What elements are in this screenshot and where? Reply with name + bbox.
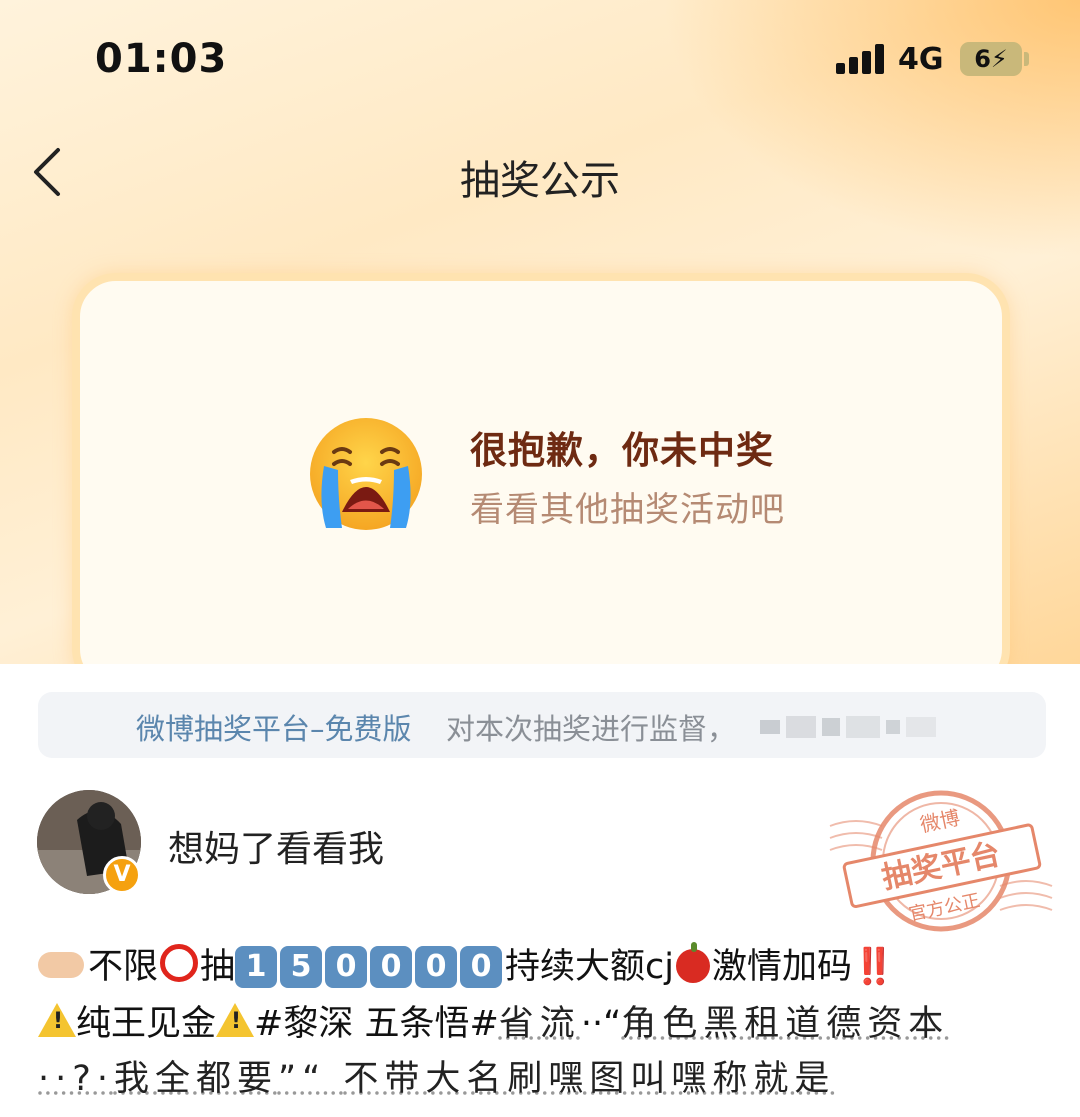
post-text-line-3: ··?·我全都要”“ 不带大名刷嘿图叫嘿称就是 [38,1050,835,1101]
digit-box: 1 [235,946,278,988]
obscured-text: 角色黑租道德资本 [621,1004,950,1044]
obscured-text: 我全都要 [113,1059,278,1099]
post-text-line-2: 纯王见金#黎深 五条悟#省流··“角色黑租道德资本 [38,995,949,1046]
battery-level: 6⚡ [974,45,1008,73]
notice-text: 对本次抽奖进行监督， [446,712,737,746]
page-title: 抽奖公示 [460,158,620,204]
digit-box: 5 [280,946,323,988]
redacted-text [760,716,936,738]
post-text-line-1: 不限抽 1 5 0 0 0 0 持续大额cj 激情加码‼️ [38,938,896,989]
status-time: 01:03 [95,36,228,82]
lottery-platform-stamp: 微博 抽奖平台 官方公正 [829,790,1053,932]
obscured-text: 不带大名刷嘿图叫嘿称就是 [343,1059,836,1099]
obscured-text: ”“ [277,1059,344,1099]
crying-face-icon [310,418,422,530]
status-bar: 01:03 4G 6⚡ [0,0,1080,120]
digit-box: 0 [325,946,368,988]
result-title: 很抱歉，你未中奖 [470,429,774,472]
digit-box: 0 [415,946,458,988]
digit-box: 0 [460,946,503,988]
double-exclamation-icon: ‼️ [852,947,896,987]
stamp-top-text: 微博 [918,805,962,837]
warning-icon [216,1003,255,1037]
warning-icon [38,1003,76,1037]
username[interactable]: 想妈了看看我 [168,820,384,872]
digit-box: 0 [370,946,413,988]
pointing-hand-icon [38,952,84,978]
battery-tip [1024,52,1029,66]
verified-badge-icon: V [103,856,141,894]
platform-link[interactable]: 微博抽奖平台–免费版 [136,706,412,748]
hashtag-link[interactable]: #黎深 五条悟# [254,1004,499,1044]
result-subtitle[interactable]: 看看其他抽奖活动吧 [470,482,785,531]
network-type: 4G [898,42,944,77]
red-circle-icon [160,944,199,982]
apple-icon [676,942,710,983]
obscured-text: ··?· [38,1059,114,1099]
battery-icon: 6⚡ [960,42,1022,76]
nav-bar: 抽奖公示 [0,120,1080,230]
obscured-text: 省流 [498,1004,581,1044]
signal-icon [836,44,884,74]
